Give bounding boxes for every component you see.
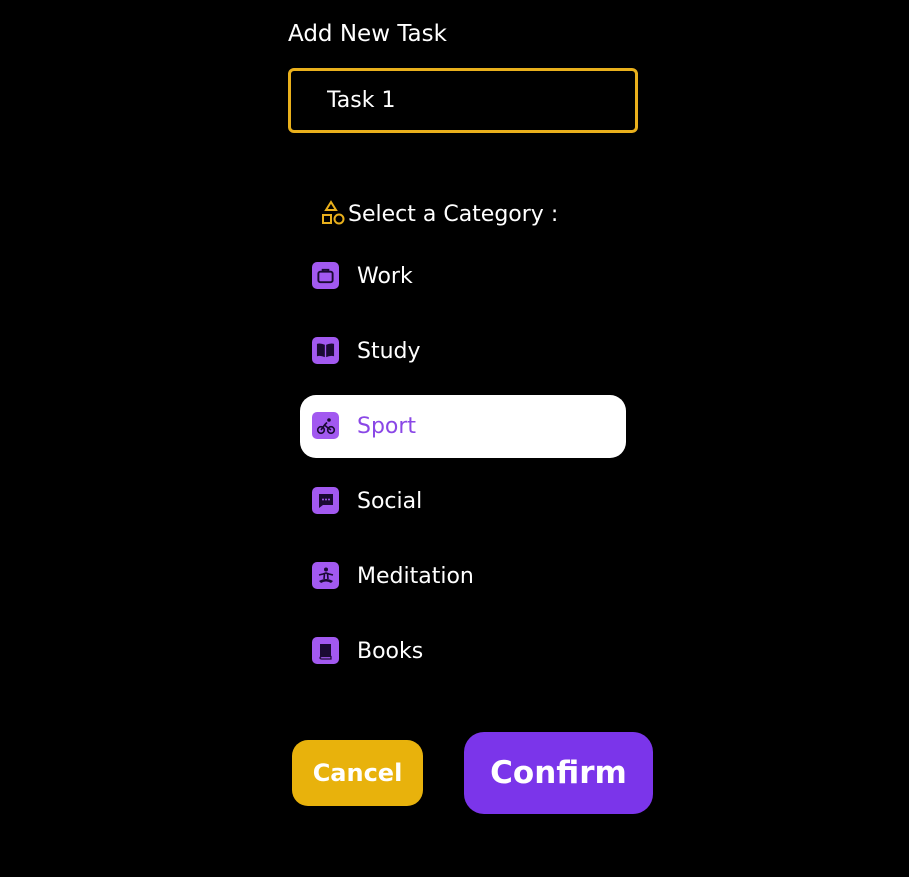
- chat-bubble-icon: [312, 487, 339, 514]
- shapes-icon: [320, 200, 346, 228]
- category-label: Meditation: [357, 564, 474, 589]
- category-label: Sport: [357, 414, 417, 439]
- meditation-icon: [312, 562, 339, 589]
- dialog-title: Add New Task: [288, 21, 447, 47]
- category-label: Work: [357, 264, 413, 289]
- confirm-button[interactable]: Confirm: [464, 732, 653, 814]
- category-item-study[interactable]: Study: [300, 320, 626, 383]
- category-heading: Select a Category :: [320, 198, 558, 230]
- briefcase-icon: [312, 262, 339, 289]
- category-label: Study: [357, 339, 421, 364]
- category-item-sport[interactable]: Sport: [300, 395, 626, 458]
- category-item-meditation[interactable]: Meditation: [300, 545, 626, 608]
- category-item-social[interactable]: Social: [300, 470, 626, 533]
- category-label: Social: [357, 489, 423, 514]
- task-name-input[interactable]: [288, 68, 638, 133]
- category-item-books[interactable]: Books: [300, 620, 626, 683]
- category-heading-label: Select a Category :: [348, 201, 559, 227]
- category-label: Books: [357, 639, 424, 664]
- category-item-work[interactable]: Work: [300, 245, 626, 308]
- category-list: Work Study Sport Social Meditation Books: [300, 245, 626, 695]
- book-open-icon: [312, 337, 339, 364]
- book-icon: [312, 637, 339, 664]
- cancel-button[interactable]: Cancel: [292, 740, 423, 806]
- bicycle-icon: [312, 412, 339, 439]
